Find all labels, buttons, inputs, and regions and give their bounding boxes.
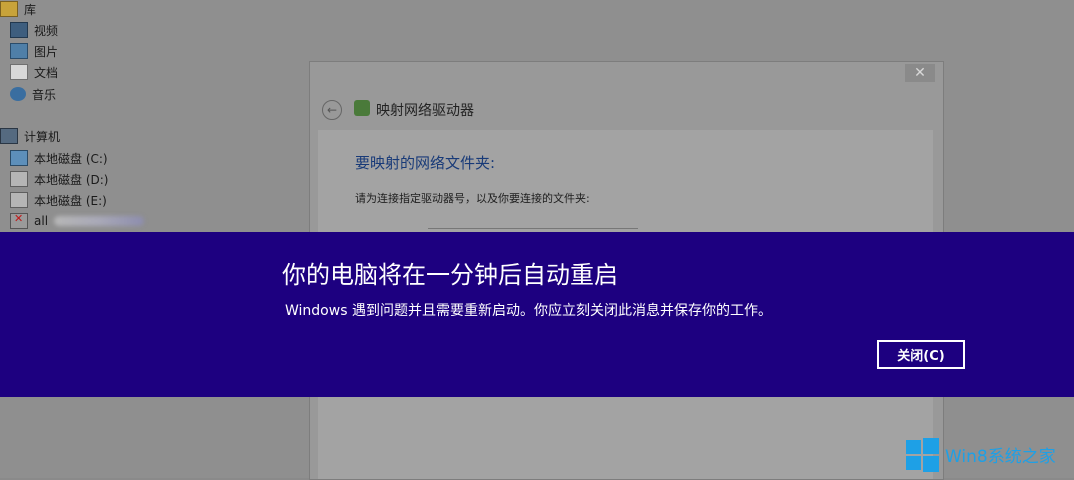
close-icon[interactable]: ✕ <box>905 64 935 82</box>
nav-item-label: 文档 <box>34 65 59 80</box>
nav-item-music[interactable]: 音乐 <box>10 84 56 104</box>
nav-item-library[interactable]: 库 <box>0 0 36 19</box>
nav-item-drive-d[interactable]: 本地磁盘 (D:) <box>10 169 108 189</box>
drive-icon <box>10 171 28 187</box>
system-drive-icon <box>10 150 28 166</box>
nav-item-pictures[interactable]: 图片 <box>10 41 58 61</box>
nav-item-label: 本地磁盘 (D:) <box>34 172 109 187</box>
pictures-icon <box>10 43 28 59</box>
close-button[interactable]: 关闭(C) <box>877 340 965 369</box>
dialog-title: 映射网络驱动器 <box>376 103 474 119</box>
nav-item-drive-e[interactable]: 本地磁盘 (E:) <box>10 190 107 210</box>
back-arrow-icon[interactable]: ← <box>322 100 342 120</box>
library-icon <box>0 1 18 17</box>
documents-icon <box>10 64 28 80</box>
network-drive-disconnected-icon <box>10 212 28 229</box>
nav-item-label: 图片 <box>34 44 59 59</box>
banner-title: 你的电脑将在一分钟后自动重启 <box>282 261 618 289</box>
watermark-text: Win8系统之家 <box>945 447 1056 467</box>
redacted-blur <box>54 216 145 226</box>
music-icon <box>10 87 26 101</box>
drive-icon <box>10 192 28 208</box>
dialog-heading: 要映射的网络文件夹: <box>355 154 496 172</box>
nav-item-drive-c[interactable]: 本地磁盘 (C:) <box>10 148 108 168</box>
nav-item-label: 音乐 <box>32 87 57 102</box>
nav-item-label: 计算机 <box>24 129 61 144</box>
nav-item-label: all <box>34 214 49 228</box>
video-icon <box>10 22 28 38</box>
dialog-description: 请为连接指定驱动器号，以及你要连接的文件夹: <box>355 192 590 205</box>
nav-item-label: 库 <box>24 2 37 17</box>
nav-item-videos[interactable]: 视频 <box>10 20 58 40</box>
watermark: Win8系统之家 <box>906 438 1056 472</box>
nav-item-label: 本地磁盘 (E:) <box>34 193 107 208</box>
network-drive-icon <box>354 100 370 116</box>
nav-item-network-drive[interactable]: all <box>10 211 145 231</box>
restart-notification-banner: 你的电脑将在一分钟后自动重启 Windows 遇到问题并且需要重新启动。你应立刻… <box>0 232 1074 397</box>
windows-logo-icon <box>906 438 939 472</box>
banner-message: Windows 遇到问题并且需要重新启动。你应立刻关闭此消息并保存你的工作。 <box>285 303 772 319</box>
nav-item-computer[interactable]: 计算机 <box>0 126 60 146</box>
nav-item-label: 本地磁盘 (C:) <box>34 151 108 166</box>
nav-item-label: 视频 <box>34 23 59 38</box>
computer-icon <box>0 128 18 144</box>
nav-item-documents[interactable]: 文档 <box>10 62 58 82</box>
